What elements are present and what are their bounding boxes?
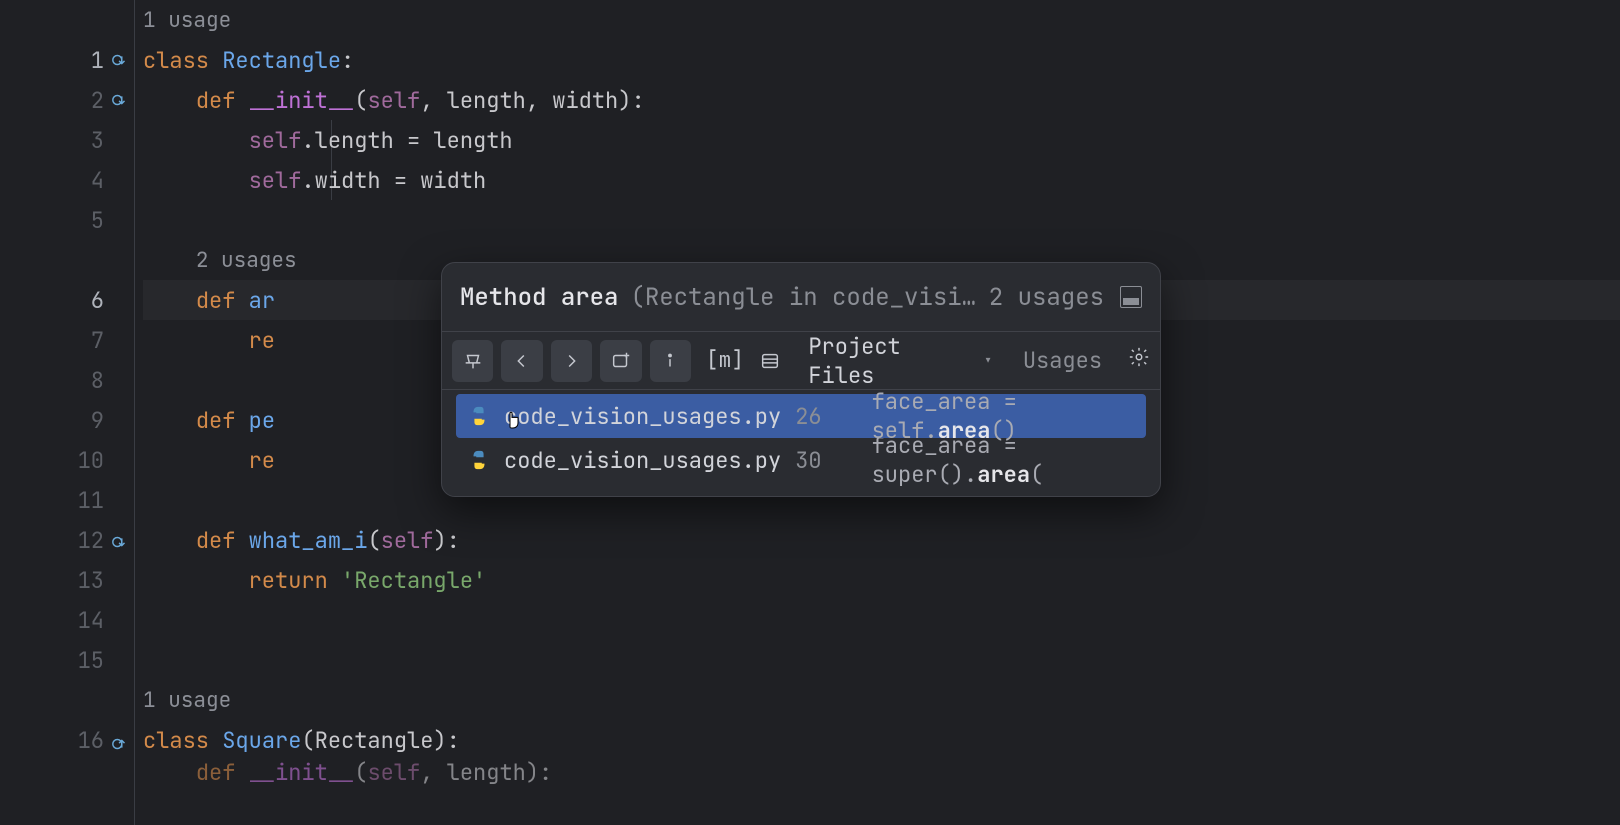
open-in-toolwindow-icon[interactable] bbox=[1120, 286, 1142, 308]
code-line[interactable] bbox=[143, 640, 1620, 680]
chevron-down-icon: ▾ bbox=[983, 350, 993, 371]
python-file-icon bbox=[468, 449, 490, 471]
popup-title: Method area bbox=[460, 282, 618, 313]
usages-popup: Method area (Rectangle in code_vision_us… bbox=[441, 262, 1161, 497]
line-number[interactable]: 14 bbox=[0, 600, 134, 640]
code-line[interactable] bbox=[143, 600, 1620, 640]
gutter-hint-row bbox=[0, 0, 134, 40]
inlay-hint[interactable]: 1 usage bbox=[143, 0, 1620, 40]
module-scope-icon[interactable]: [m] bbox=[699, 340, 741, 382]
line-number[interactable]: 7 bbox=[0, 320, 134, 360]
scope-selector[interactable]: Project Files ▾ bbox=[808, 332, 992, 390]
line-number[interactable]: 10 bbox=[0, 440, 134, 480]
new-search-icon[interactable] bbox=[600, 340, 641, 382]
code-line[interactable]: def __init__(self, length, width): bbox=[143, 80, 1620, 120]
code-line[interactable]: class Rectangle: bbox=[143, 40, 1620, 80]
usages-results: code_vision_usages.py 26 face_area = sel… bbox=[442, 389, 1160, 496]
code-line[interactable]: self.length = length bbox=[143, 120, 1620, 160]
code-area[interactable]: 1 usage class Rectangle: def __init__(se… bbox=[135, 0, 1620, 825]
popup-header: Method area (Rectangle in code_vision_us… bbox=[442, 263, 1160, 331]
pin-icon[interactable] bbox=[452, 340, 493, 382]
popup-toolbar: [m] Project Files ▾ Usages bbox=[442, 331, 1160, 389]
line-number[interactable]: 5 bbox=[0, 200, 134, 240]
line-number[interactable]: 13 bbox=[0, 560, 134, 600]
line-number[interactable]: 11 bbox=[0, 480, 134, 520]
code-line[interactable]: return 'Rectangle' bbox=[143, 560, 1620, 600]
info-icon[interactable] bbox=[650, 340, 691, 382]
inlay-hint[interactable]: 1 usage bbox=[143, 680, 1620, 720]
gutter-hint-row bbox=[0, 680, 134, 720]
overriding-method-icon[interactable] bbox=[110, 734, 130, 754]
overridden-method-icon[interactable] bbox=[110, 532, 130, 552]
popup-usage-count: 2 usages bbox=[989, 282, 1104, 313]
usages-label: Usages bbox=[1023, 346, 1102, 375]
usage-line: 30 bbox=[795, 446, 821, 475]
python-file-icon bbox=[468, 405, 490, 427]
overridden-method-icon[interactable] bbox=[110, 50, 130, 70]
line-number[interactable]: 3 bbox=[0, 120, 134, 160]
code-line[interactable]: self.width = width bbox=[143, 160, 1620, 200]
usage-line: 26 bbox=[795, 402, 821, 431]
next-occurrence-icon[interactable] bbox=[551, 340, 592, 382]
gutter-hint-row bbox=[0, 240, 134, 280]
gutter: 1 2 3 4 5 6 7 8 9 10 11 12 13 14 15 16 bbox=[0, 0, 135, 825]
usage-snippet: face_area = self.area() bbox=[872, 387, 1134, 445]
preview-icon[interactable] bbox=[749, 340, 790, 382]
usage-result-row[interactable]: code_vision_usages.py 26 face_area = sel… bbox=[456, 394, 1146, 438]
line-number[interactable]: 6 bbox=[0, 280, 134, 320]
line-number[interactable]: 4 bbox=[0, 160, 134, 200]
code-line[interactable]: def what_am_i(self): bbox=[143, 520, 1620, 560]
prev-occurrence-icon[interactable] bbox=[501, 340, 542, 382]
editor-root: 1 2 3 4 5 6 7 8 9 10 11 12 13 14 15 16 bbox=[0, 0, 1620, 825]
usage-file: code_vision_usages.py bbox=[504, 446, 781, 475]
code-line[interactable] bbox=[143, 200, 1620, 240]
code-line[interactable]: def __init__(self, length): bbox=[143, 760, 1620, 784]
overridden-method-icon[interactable] bbox=[110, 90, 130, 110]
line-number[interactable]: 8 bbox=[0, 360, 134, 400]
gear-icon[interactable] bbox=[1128, 346, 1150, 375]
popup-location: (Rectangle in code_vision_us bbox=[630, 282, 976, 313]
line-number[interactable] bbox=[0, 760, 134, 800]
usage-file: code_vision_usages.py bbox=[504, 402, 781, 431]
line-number[interactable]: 15 bbox=[0, 640, 134, 680]
code-line[interactable]: class Square(Rectangle): bbox=[143, 720, 1620, 760]
line-number[interactable]: 9 bbox=[0, 400, 134, 440]
